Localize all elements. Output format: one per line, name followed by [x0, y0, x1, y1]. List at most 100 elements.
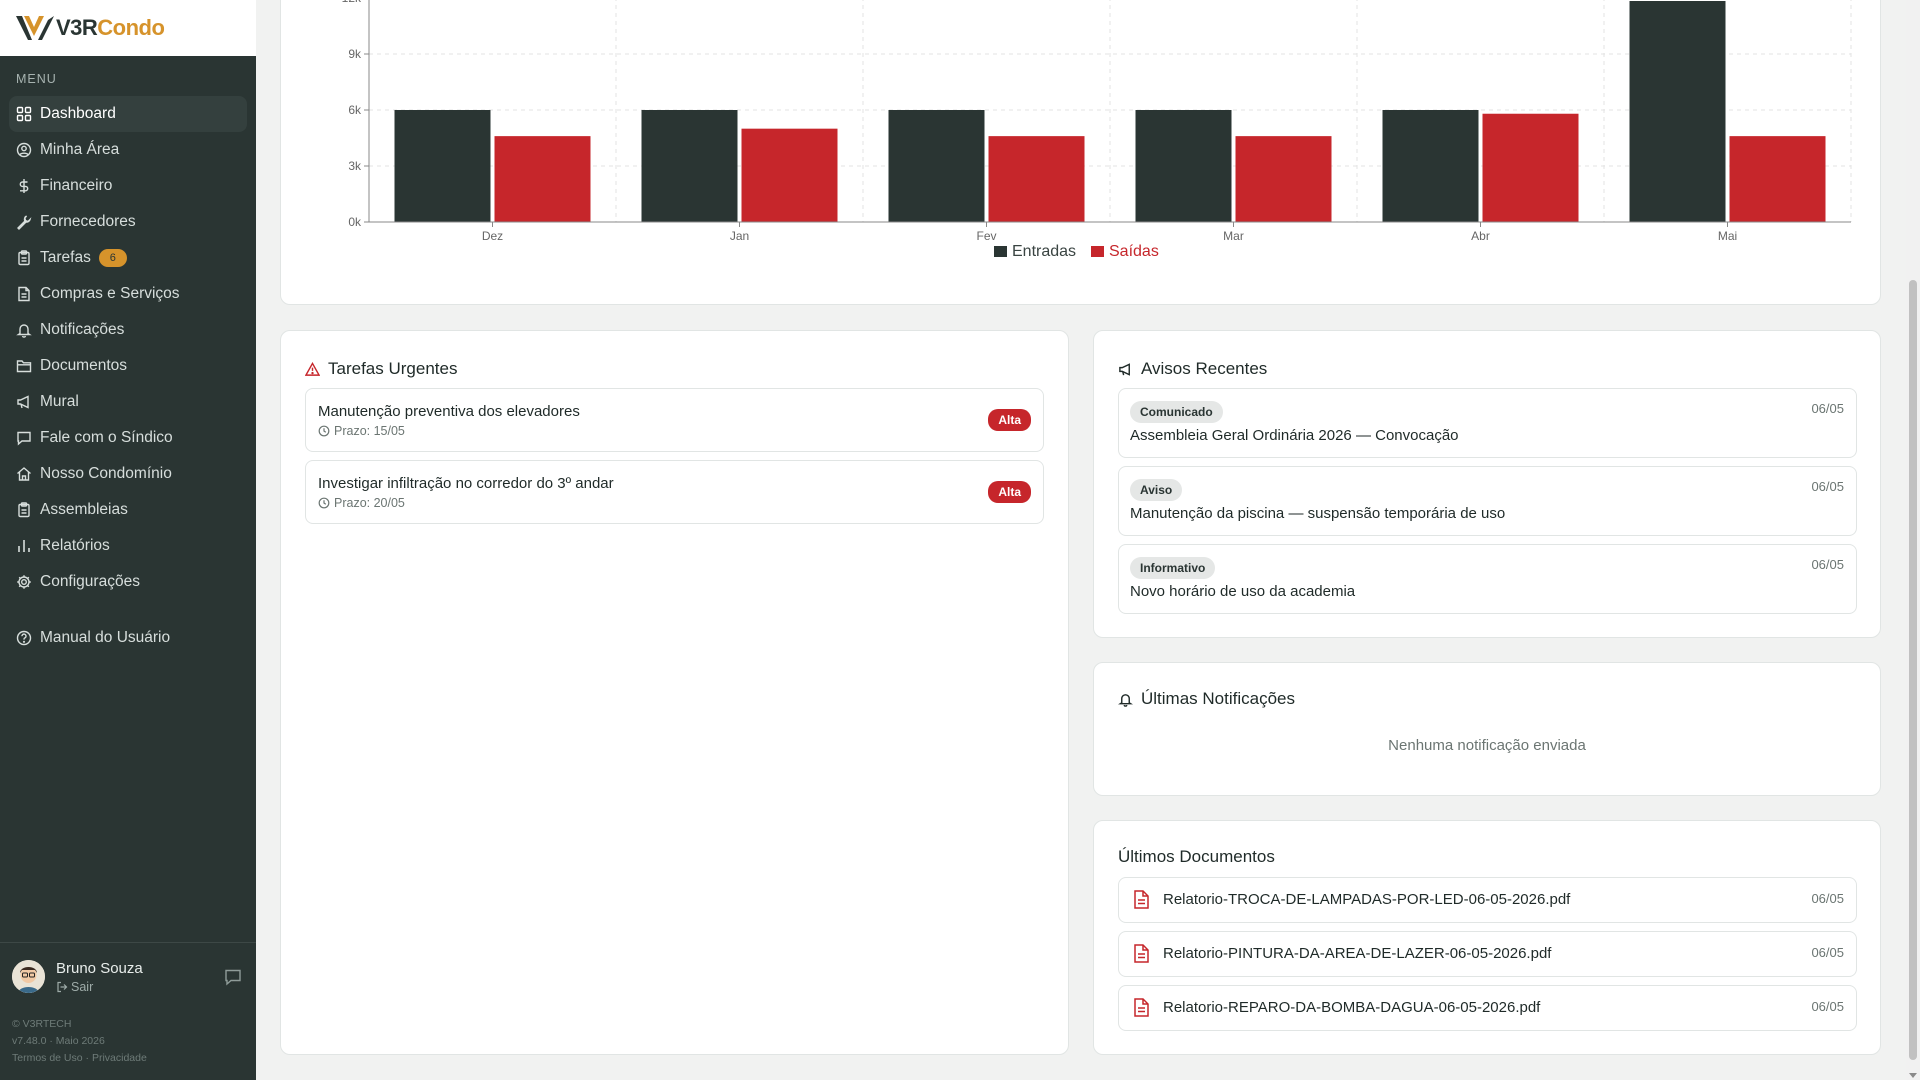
bar-saidas	[988, 136, 1085, 222]
task-deadline-text: Prazo: 15/05	[334, 424, 405, 438]
sidebar: V3RCondo MENU Dashboard Minha Área Finan…	[0, 0, 256, 1080]
notice-item[interactable]: Informativo Novo horário de uso da acade…	[1118, 544, 1857, 614]
logout-link[interactable]: Sair	[56, 980, 223, 994]
clock-icon	[318, 497, 330, 509]
sidebar-item-label: Nosso Condomínio	[40, 465, 172, 482]
pdf-file-icon	[1134, 944, 1149, 963]
sidebar-item-label: Dashboard	[40, 105, 116, 122]
sidebar-item-label: Financeiro	[40, 177, 113, 194]
brand-logo[interactable]: V3RCondo	[0, 0, 256, 56]
urgent-tasks-title: Tarefas Urgentes	[305, 359, 457, 379]
scroll-down-arrow[interactable]	[1909, 1073, 1917, 1078]
sidebar-item-label: Assembleias	[40, 501, 128, 518]
bar-entradas	[1135, 110, 1232, 222]
notice-tag: Aviso	[1130, 479, 1183, 501]
sidebar-item-documentos[interactable]: Documentos	[9, 348, 247, 384]
bell-icon	[1118, 693, 1133, 707]
sidebar-item-tarefas[interactable]: Tarefas 6	[9, 240, 247, 276]
user-circle-icon	[16, 142, 32, 158]
pdf-file-icon	[1134, 998, 1149, 1017]
sidebar-item-notificacoes[interactable]: Notificações	[9, 312, 247, 348]
recent-notices-card: Avisos Recentes Comunicado Assembleia Ge…	[1093, 330, 1881, 638]
user-panel: Bruno Souza Sair	[0, 942, 256, 1010]
dollar-icon	[19, 179, 29, 193]
sidebar-item-manual[interactable]: Manual do Usuário	[9, 620, 247, 656]
document-item[interactable]: Relatorio-TROCA-DE-LAMPADAS-POR-LED-06-0…	[1118, 877, 1857, 923]
version: v7.48.0 · Maio 2026	[12, 1035, 105, 1047]
bar-entradas	[394, 110, 491, 222]
avatar[interactable]	[12, 960, 45, 993]
x-tick-label: Jan	[730, 229, 749, 243]
document-item[interactable]: Relatorio-REPARO-DA-BOMBA-DAGUA-06-05-20…	[1118, 985, 1857, 1031]
footer-separator: ·	[85, 1052, 90, 1064]
megaphone-icon	[1119, 362, 1130, 376]
sidebar-item-dashboard[interactable]: Dashboard	[9, 96, 247, 132]
megaphone-icon	[17, 395, 29, 409]
sidebar-item-label: Notificações	[40, 321, 125, 338]
sidebar-item-assembleias[interactable]: Assembleias	[9, 492, 247, 528]
help-circle-icon	[16, 630, 32, 646]
wrench-icon	[17, 215, 32, 230]
document-name: Relatorio-TROCA-DE-LAMPADAS-POR-LED-06-0…	[1163, 891, 1571, 908]
notice-item[interactable]: Aviso Manutenção da piscina — suspensão …	[1118, 466, 1857, 536]
terms-link[interactable]: Termos de Uso	[12, 1052, 83, 1064]
message-icon	[17, 431, 31, 446]
notice-date: 06/05	[1811, 557, 1844, 572]
latest-notifications-card: Últimas Notificações Nenhuma notificação…	[1093, 662, 1881, 796]
sidebar-item-compras-servicos[interactable]: Compras e Serviços	[9, 276, 247, 312]
document-icon	[18, 286, 30, 302]
folder-icon	[16, 360, 32, 373]
privacy-link[interactable]: Privacidade	[92, 1052, 147, 1064]
scrollbar-thumb[interactable]	[1909, 280, 1917, 1060]
recent-notices-title: Avisos Recentes	[1118, 359, 1267, 379]
recent-notices-title-text: Avisos Recentes	[1141, 359, 1268, 378]
priority-badge: Alta	[988, 481, 1031, 503]
bar-entradas	[888, 110, 985, 222]
notifications-empty-state: Nenhuma notificação enviada	[1388, 737, 1586, 754]
chat-icon[interactable]	[223, 967, 243, 987]
footer-links: Termos de Uso · Privacidade	[12, 1050, 147, 1067]
sidebar-item-financeiro[interactable]: Financeiro	[9, 168, 247, 204]
latest-documents-title-text: Últimos Documentos	[1118, 847, 1275, 866]
sidebar-item-label: Manual do Usuário	[40, 629, 171, 646]
pdf-file-icon	[1134, 890, 1149, 909]
sidebar-item-minha-area[interactable]: Minha Área	[9, 132, 247, 168]
sidebar-item-fale-sindico[interactable]: Fale com o Síndico	[9, 420, 247, 456]
brand-part1: V3R	[56, 15, 98, 40]
document-item[interactable]: Relatorio-PINTURA-DA-AREA-DE-LAZER-06-05…	[1118, 931, 1857, 977]
home-icon	[17, 467, 31, 481]
sidebar-item-mural[interactable]: Mural	[9, 384, 247, 420]
y-tick-label: 0k	[348, 215, 362, 229]
cashflow-chart-card: 0k 3k 6k 9k 12k Dez Jan Fev Mar Abr Mai Entradas Saí…	[280, 0, 1881, 305]
document-name: Relatorio-PINTURA-DA-AREA-DE-LAZER-06-05…	[1163, 945, 1552, 962]
bar-saidas	[494, 136, 591, 222]
y-tick-label: 9k	[348, 47, 362, 61]
clock-icon	[318, 425, 330, 437]
page-scrollbar[interactable]	[1906, 0, 1920, 1080]
legend-swatch-entradas	[994, 246, 1007, 257]
bar-saidas	[741, 128, 838, 222]
x-tick-label: Fev	[976, 229, 996, 243]
bar-entradas	[1382, 110, 1479, 222]
task-title: Manutenção preventiva dos elevadores	[318, 403, 580, 420]
tasks-count-badge: 6	[98, 249, 127, 267]
user-name: Bruno Souza	[56, 959, 143, 977]
bar-entradas	[641, 110, 738, 222]
task-item[interactable]: Investigar infiltração no corredor do 3º…	[305, 460, 1044, 524]
bell-icon	[16, 324, 32, 338]
sidebar-item-relatorios[interactable]: Relatórios	[9, 528, 247, 564]
task-deadline: Prazo: 15/05	[318, 424, 405, 438]
sidebar-item-nosso-condominio[interactable]: Nosso Condomínio	[9, 456, 247, 492]
sidebar-item-configuracoes[interactable]: Configurações	[9, 564, 247, 600]
user-info: Bruno Souza Sair	[56, 960, 223, 994]
menu-section-label: MENU	[16, 72, 57, 86]
bar-saidas	[1235, 136, 1332, 222]
notice-tag: Informativo	[1130, 557, 1216, 579]
task-item[interactable]: Manutenção preventiva dos elevadores Pra…	[305, 388, 1044, 452]
notice-date: 06/05	[1811, 479, 1844, 494]
sidebar-item-fornecedores[interactable]: Fornecedores	[9, 204, 247, 240]
y-tick-label: 3k	[348, 159, 362, 173]
notice-item[interactable]: Comunicado Assembleia Geral Ordinária 20…	[1118, 388, 1857, 458]
latest-notifications-title-text: Últimas Notificações	[1141, 689, 1295, 708]
x-tick-label: Mar	[1223, 229, 1244, 243]
